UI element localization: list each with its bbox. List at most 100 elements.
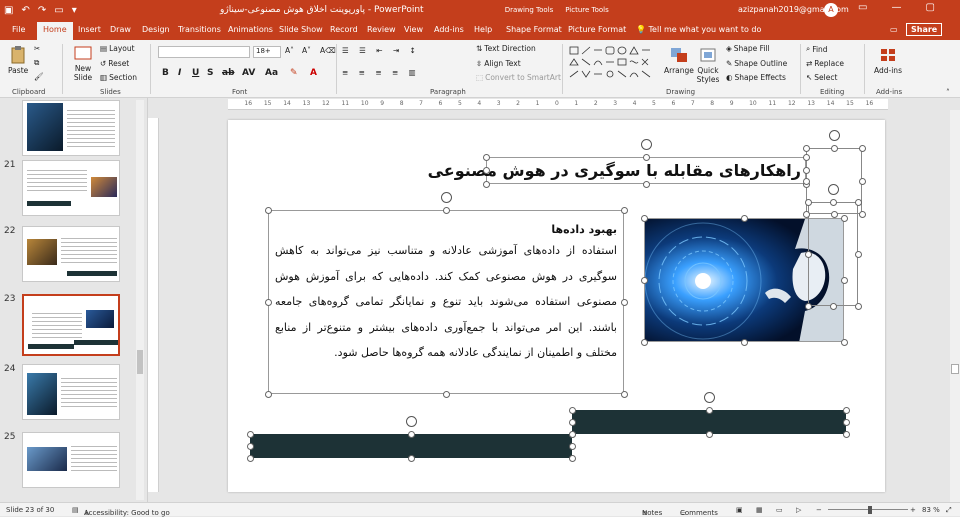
resize-handle[interactable] — [842, 430, 850, 438]
tab-file[interactable]: File — [12, 25, 25, 34]
resize-handle[interactable] — [640, 214, 648, 222]
resize-handle[interactable] — [858, 210, 866, 218]
tab-add-ins[interactable]: Add-ins — [434, 25, 464, 34]
resize-handle[interactable] — [407, 430, 415, 438]
tab-shape-format[interactable]: Shape Format — [506, 25, 562, 34]
resize-handle[interactable] — [568, 442, 576, 450]
tab-design[interactable]: Design — [142, 25, 170, 34]
decrease-font-icon[interactable]: A˅ — [302, 46, 311, 55]
font-name-combo[interactable] — [158, 46, 250, 58]
resize-handle[interactable] — [802, 144, 810, 152]
slideshow-view-icon[interactable]: ▷ — [796, 506, 801, 514]
char-spacing-icon[interactable]: AV — [242, 68, 255, 78]
clear-formatting-icon[interactable]: A⌫ — [320, 46, 336, 55]
increase-font-icon[interactable]: A˄ — [285, 46, 294, 55]
underline-icon[interactable]: U — [192, 68, 199, 78]
layout-button[interactable]: ▤ Layout — [100, 44, 135, 53]
horizontal-ruler[interactable]: 16 15 14 13 12 11 10 9 8 7 6 5 4 3 2 1 0 1 2 3 4 5 6 7 8 9 10 11 12 1… — [228, 99, 888, 110]
tab-animations[interactable]: Animations — [228, 25, 273, 34]
font-size-combo[interactable]: 18+ — [253, 46, 281, 58]
quick-styles-button[interactable]: Quick Styles — [696, 46, 720, 84]
thumbnail-scrollbar[interactable] — [136, 100, 144, 500]
resize-handle[interactable] — [264, 206, 272, 214]
shapes-gallery[interactable] — [568, 45, 658, 85]
tab-view[interactable]: View — [404, 25, 423, 34]
customize-icon[interactable]: ▾ — [72, 4, 77, 18]
resize-handle[interactable] — [407, 454, 415, 462]
resize-handle[interactable] — [830, 210, 838, 218]
resize-handle[interactable] — [442, 390, 450, 398]
tab-record[interactable]: Record — [330, 25, 358, 34]
resize-handle[interactable] — [264, 298, 272, 306]
rotate-handle-icon[interactable] — [827, 184, 839, 195]
resize-handle[interactable] — [804, 302, 812, 310]
arrange-button[interactable]: Arrange — [664, 46, 694, 75]
find-button[interactable]: ⌕ Find — [806, 44, 828, 54]
highlight-icon[interactable]: ✎ — [290, 68, 298, 78]
scrollbar-thumb[interactable] — [137, 350, 143, 374]
undo-icon[interactable]: ↶ — [21, 4, 29, 18]
resize-handle[interactable] — [802, 153, 810, 161]
text-direction-button[interactable]: ⇅ Text Direction — [476, 44, 536, 53]
resize-handle[interactable] — [842, 406, 850, 414]
zoom-out-icon[interactable]: − — [816, 506, 822, 514]
resize-handle[interactable] — [620, 298, 628, 306]
fit-slide-icon[interactable]: ⤢ — [946, 506, 952, 515]
addins-button[interactable]: Add-ins — [874, 46, 902, 75]
list-buttons[interactable]: ☰ ☰ ⇤ ⇥ ↕ — [342, 46, 420, 55]
strikethrough-icon[interactable]: ab — [222, 68, 235, 78]
resize-handle[interactable] — [740, 338, 748, 346]
slide-title[interactable]: راهکارهای مقابله با سوگیری در هوش مصنوعی — [428, 157, 806, 184]
resize-handle[interactable] — [842, 418, 850, 426]
copy-icon[interactable]: ⧉ — [34, 58, 39, 68]
resize-handle[interactable] — [482, 167, 490, 174]
align-buttons[interactable]: ≡ ≡ ≡ ≡ ▥ — [342, 68, 420, 77]
resize-handle[interactable] — [264, 390, 272, 398]
resize-handle[interactable] — [620, 390, 628, 398]
share-button[interactable]: Share — [906, 23, 943, 36]
tab-draw[interactable]: Draw — [110, 25, 131, 34]
rotate-handle-icon[interactable] — [440, 192, 452, 203]
reset-button[interactable]: ↺ Reset — [100, 59, 129, 68]
shadow-icon[interactable]: S — [207, 68, 213, 78]
normal-view-icon[interactable]: ▣ — [736, 506, 743, 514]
resize-handle[interactable] — [829, 302, 837, 310]
autosave-icon[interactable]: ▣ — [4, 4, 13, 18]
resize-handle[interactable] — [858, 144, 866, 152]
resize-handle[interactable] — [854, 302, 862, 310]
resize-handle[interactable] — [246, 454, 254, 462]
scrollbar-thumb[interactable] — [951, 364, 959, 374]
resize-handle[interactable] — [740, 214, 748, 222]
resize-handle[interactable] — [802, 210, 810, 218]
resize-handle[interactable] — [840, 276, 848, 284]
content-textbox[interactable]: بهبود داده‌ها استفاده از داده‌های آموزشی… — [268, 210, 624, 394]
resize-handle[interactable] — [568, 418, 576, 426]
align-text-button[interactable]: ⇳ Align Text — [476, 59, 521, 68]
slide-thumbnail[interactable] — [22, 160, 120, 216]
tab-insert[interactable]: Insert — [78, 25, 101, 34]
vertical-ruler[interactable] — [148, 118, 159, 492]
slide-thumbnail[interactable] — [22, 364, 120, 420]
tab-home[interactable]: Home — [37, 22, 73, 40]
zoom-in-icon[interactable]: + — [910, 506, 916, 514]
resize-handle[interactable] — [568, 406, 576, 414]
resize-handle[interactable] — [840, 338, 848, 346]
tab-slide-show[interactable]: Slide Show — [279, 25, 323, 34]
tab-help[interactable]: Help — [474, 25, 492, 34]
resize-handle[interactable] — [640, 276, 648, 284]
italic-icon[interactable]: I — [178, 68, 181, 78]
comments-icon[interactable]: ▭ — [890, 25, 898, 34]
format-painter-icon[interactable]: 🖌 — [34, 72, 44, 81]
resize-handle[interactable] — [620, 206, 628, 214]
resize-handle[interactable] — [858, 177, 866, 185]
rotate-handle-icon[interactable] — [703, 392, 715, 403]
minimize-icon[interactable]: — — [891, 2, 901, 13]
zoom-slider-thumb[interactable] — [868, 506, 872, 514]
resize-handle[interactable] — [568, 454, 576, 462]
resize-handle[interactable] — [804, 250, 812, 258]
resize-handle[interactable] — [854, 198, 862, 206]
paste-button[interactable]: Paste — [8, 46, 28, 75]
font-color-icon[interactable]: A — [310, 68, 317, 78]
shape-fill-button[interactable]: ◈ Shape Fill — [726, 44, 770, 53]
spellcheck-icon[interactable]: ▤ — [72, 506, 79, 514]
